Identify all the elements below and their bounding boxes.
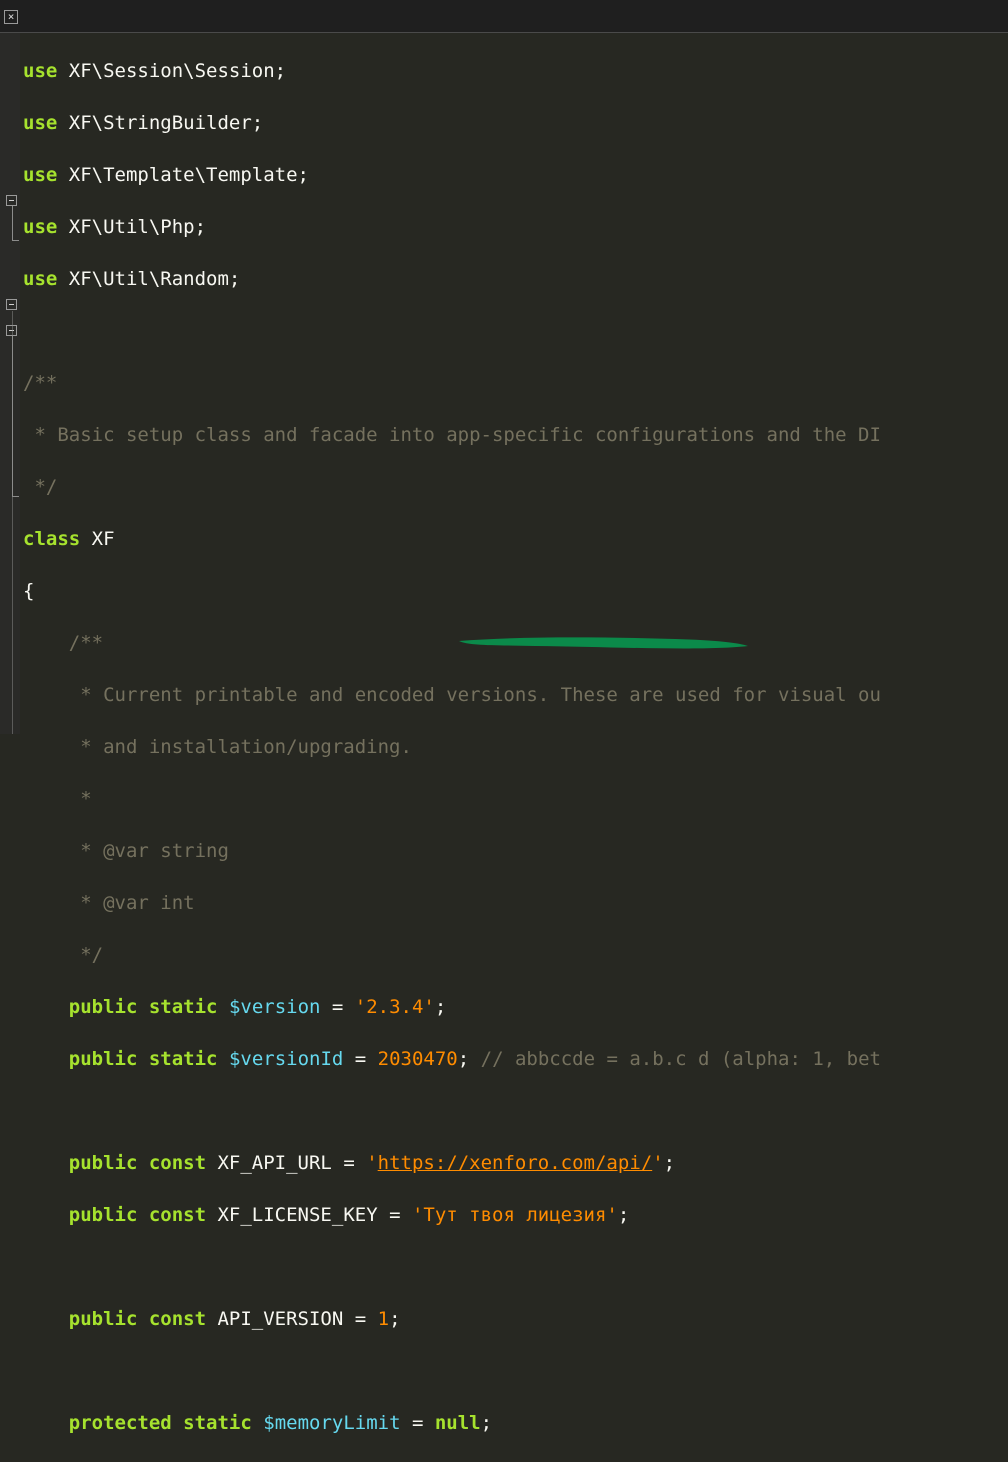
doc-comment-open: /** bbox=[23, 632, 104, 654]
code-line: use XF\Template\Template; bbox=[23, 162, 881, 188]
code-line: use XF\Util\Random; bbox=[23, 266, 881, 292]
doc-comment-open: /** bbox=[23, 372, 58, 394]
semicolon: ; bbox=[480, 1412, 493, 1434]
operator: = bbox=[400, 1412, 435, 1434]
constant-name: API_VERSION = bbox=[206, 1308, 378, 1330]
operator: = bbox=[343, 1048, 378, 1070]
license-key-string: 'Тут твоя лицезия' bbox=[411, 1204, 618, 1226]
constant-name: XF_API_URL = bbox=[206, 1152, 367, 1174]
keyword: use bbox=[23, 164, 58, 186]
version-id-line: public static $versionId = 2030470; // a… bbox=[23, 1046, 881, 1072]
variable: $memoryLimit bbox=[263, 1412, 401, 1434]
api-url-line: public const XF_API_URL = 'https://xenfo… bbox=[23, 1150, 881, 1176]
keyword: public static bbox=[68, 996, 218, 1018]
fold-toggle-icon[interactable] bbox=[6, 299, 17, 310]
doc-comment-text: * and installation/upgrading. bbox=[23, 736, 412, 758]
fold-gutter bbox=[0, 33, 20, 734]
editor-tab-bar: × bbox=[0, 0, 1008, 33]
fold-line bbox=[12, 206, 13, 240]
keyword: public static bbox=[68, 1048, 218, 1070]
fold-end-marker bbox=[12, 496, 19, 497]
doc-comment-text: * Basic setup class and facade into app-… bbox=[23, 424, 881, 446]
doc-comment-close: */ bbox=[23, 944, 104, 966]
namespace-path: XF\StringBuilder; bbox=[57, 112, 264, 134]
keyword: use bbox=[23, 112, 58, 134]
class-name: XF bbox=[80, 528, 115, 550]
semicolon: ; bbox=[617, 1204, 630, 1226]
fold-line bbox=[12, 311, 13, 734]
operator: = bbox=[320, 996, 355, 1018]
class-declaration: class XF bbox=[23, 526, 881, 552]
fold-end-marker bbox=[12, 240, 19, 241]
namespace-path: XF\Template\Template; bbox=[57, 164, 309, 186]
doc-comment-close: */ bbox=[23, 476, 58, 498]
quote: ' bbox=[652, 1152, 664, 1174]
semicolon: ; bbox=[457, 1048, 470, 1070]
variable: $version bbox=[228, 996, 321, 1018]
semicolon: ; bbox=[389, 1308, 401, 1330]
variable: $versionId bbox=[228, 1048, 344, 1070]
keyword: use bbox=[23, 268, 58, 290]
doc-comment-text: * @var int bbox=[23, 892, 195, 914]
semicolon: ; bbox=[434, 996, 447, 1018]
code-line: use XF\StringBuilder; bbox=[23, 110, 881, 136]
keyword: class bbox=[23, 528, 81, 550]
number-literal: 2030470 bbox=[377, 1048, 458, 1070]
api-url-link[interactable]: https://xenforo.com/api/ bbox=[378, 1152, 653, 1174]
namespace-path: XF\Util\Random; bbox=[57, 268, 241, 290]
namespace-path: XF\Session\Session; bbox=[57, 60, 287, 82]
code-line: use XF\Util\Php; bbox=[23, 214, 881, 240]
constant-name: XF_LICENSE_KEY = bbox=[206, 1204, 412, 1226]
code-line: use XF\Session\Session; bbox=[23, 58, 881, 84]
string-literal: '2.3.4' bbox=[354, 996, 435, 1018]
fold-toggle-icon[interactable] bbox=[6, 195, 17, 206]
keyword: use bbox=[23, 216, 58, 238]
close-tab-icon[interactable]: × bbox=[4, 10, 18, 24]
memory-limit-line: protected static $memoryLimit = null; bbox=[23, 1410, 881, 1436]
api-version-line: public const API_VERSION = 1; bbox=[23, 1306, 881, 1332]
doc-comment-text: * bbox=[23, 788, 92, 810]
keyword: public const bbox=[68, 1308, 207, 1330]
keyword: public const bbox=[68, 1152, 207, 1174]
doc-comment-text: * Current printable and encoded versions… bbox=[23, 684, 881, 706]
keyword: use bbox=[23, 60, 58, 82]
version-line: public static $version = '2.3.4'; bbox=[23, 994, 881, 1020]
namespace-path: XF\Util\Php; bbox=[57, 216, 207, 238]
brace-open: { bbox=[23, 580, 35, 602]
doc-comment-text: * @var string bbox=[23, 840, 229, 862]
keyword: public const bbox=[68, 1204, 207, 1226]
inline-comment: // abbccde = a.b.c d (alpha: 1, bet bbox=[469, 1048, 881, 1070]
quote: ' bbox=[366, 1152, 378, 1174]
license-key-line: public const XF_LICENSE_KEY = 'Тут твоя … bbox=[23, 1202, 881, 1228]
number-literal: 1 bbox=[377, 1308, 390, 1330]
semicolon: ; bbox=[663, 1152, 676, 1174]
null-keyword: null bbox=[434, 1412, 481, 1434]
keyword: protected static bbox=[68, 1412, 252, 1434]
code-editor[interactable]: use XF\Session\Session; use XF\StringBui… bbox=[23, 32, 881, 1462]
